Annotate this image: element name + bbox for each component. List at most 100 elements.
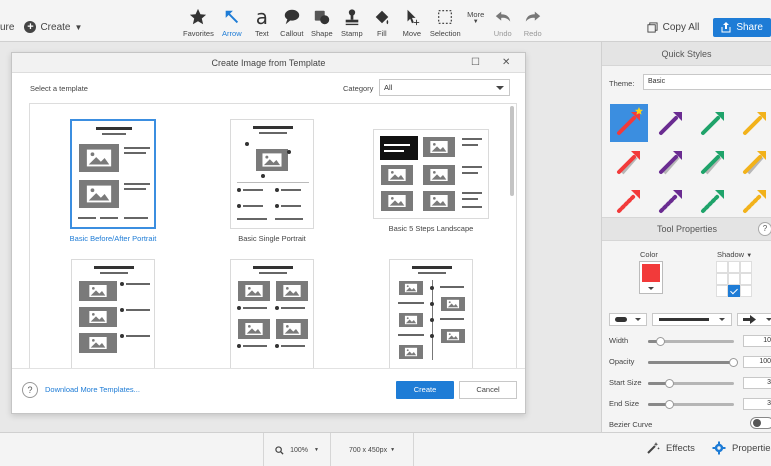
copy-all-button[interactable]: Copy All — [639, 19, 708, 36]
right-panel: Quick Styles Theme: Basic Tool Propertie… — [601, 42, 771, 432]
category-value: All — [384, 83, 393, 92]
capture-button[interactable]: ure — [0, 22, 14, 33]
category-label: Category — [343, 84, 374, 93]
property-value-input[interactable]: 3 — [743, 377, 771, 389]
slider-knob[interactable] — [665, 379, 674, 388]
tool-selection[interactable]: Selection — [427, 6, 464, 38]
tool-move[interactable]: Move — [397, 6, 427, 38]
tool-callout[interactable]: Callout — [277, 6, 307, 38]
image-placeholder-icon — [78, 143, 120, 173]
tool-text[interactable]: a Text — [247, 5, 277, 38]
template-item[interactable]: Basic Before/After Portrait — [43, 119, 183, 243]
quick-style-grid — [602, 104, 771, 217]
quick-style-arrow[interactable] — [736, 143, 771, 181]
template-thumbnail — [230, 259, 314, 369]
slider-knob[interactable] — [729, 358, 738, 367]
tool-undo[interactable]: Undo — [488, 6, 518, 38]
zoom-icon — [275, 445, 284, 455]
toolbar-right: Copy All Share — [639, 18, 771, 37]
image-placeholder-icon — [237, 318, 271, 340]
tool-label: Favorites — [183, 29, 214, 38]
bezier-curve-toggle[interactable] — [750, 417, 771, 429]
image-placeholder-icon — [380, 164, 414, 186]
quick-style-arrow[interactable] — [610, 143, 648, 181]
checkmark-icon[interactable] — [728, 285, 740, 297]
template-thumbnail — [373, 129, 489, 219]
solid-line-icon — [659, 318, 725, 321]
stamp-icon — [343, 6, 361, 28]
tool-more[interactable]: More ▼ — [464, 6, 488, 38]
template-item[interactable]: Basic 5 Steps Landscape — [361, 119, 501, 233]
template-thumbnail — [70, 119, 156, 229]
download-templates-link[interactable]: Download More Templates... — [45, 385, 140, 394]
color-label: Color — [640, 250, 658, 259]
cancel-button[interactable]: Cancel — [459, 381, 517, 399]
image-placeholder-icon — [275, 280, 309, 302]
line-cap-select[interactable] — [609, 313, 647, 326]
theme-value: Basic — [648, 78, 666, 85]
theme-label: Theme: — [609, 79, 635, 88]
tool-fill[interactable]: Fill — [367, 6, 397, 38]
tool-label: Redo — [523, 29, 542, 38]
share-icon — [721, 22, 731, 33]
category-select[interactable]: All — [379, 79, 510, 96]
undo-icon — [494, 6, 512, 28]
property-value-input[interactable]: 3 — [743, 398, 771, 410]
template-gallery[interactable]: Basic Before/After Portrait Basic Single… — [29, 103, 517, 369]
share-button[interactable]: Share — [713, 18, 771, 37]
arrow-end-select[interactable] — [737, 313, 771, 326]
slider-knob[interactable] — [665, 400, 674, 409]
image-placeholder-icon — [78, 306, 118, 328]
help-icon[interactable]: ? — [22, 382, 38, 398]
effects-button[interactable]: Effects — [646, 441, 695, 455]
quick-style-arrow[interactable] — [652, 143, 690, 181]
fill-icon — [373, 6, 391, 28]
template-name: Basic Single Portrait — [238, 234, 306, 243]
main-toolbar: ure + Create ▼ Favorites Arrow a Text Ca… — [0, 0, 771, 42]
quick-style-arrow[interactable] — [736, 104, 771, 142]
quick-style-arrow[interactable] — [652, 104, 690, 142]
property-value-input[interactable]: 100 — [743, 356, 771, 368]
quick-style-arrow[interactable] — [694, 182, 732, 217]
quick-style-arrow[interactable] — [694, 143, 732, 181]
create-menu-button[interactable]: + Create ▼ — [24, 21, 82, 33]
tool-stamp[interactable]: Stamp — [337, 6, 367, 38]
properties-button[interactable]: Properties — [712, 441, 771, 455]
slider-knob[interactable] — [656, 337, 665, 346]
property-slider[interactable] — [648, 358, 738, 367]
canvas-size-control[interactable]: 700 x 450px ▼ — [331, 433, 414, 466]
tool-favorites[interactable]: Favorites — [180, 6, 217, 38]
property-slider[interactable] — [648, 379, 734, 388]
maximize-icon[interactable]: ☐ — [471, 53, 480, 73]
template-item[interactable]: Basic Single Portrait — [202, 119, 342, 243]
shadow-label: Shadow ▼ — [717, 250, 753, 259]
property-slider[interactable] — [648, 337, 734, 346]
tool-shape[interactable]: Shape — [307, 6, 337, 38]
image-placeholder-icon — [78, 280, 118, 302]
property-slider[interactable] — [648, 400, 734, 409]
quick-style-arrow[interactable] — [694, 104, 732, 142]
close-icon[interactable]: ✕ — [502, 53, 510, 73]
theme-select[interactable]: Basic — [643, 74, 771, 90]
property-label: Opacity — [609, 357, 635, 366]
create-button[interactable]: Create — [396, 381, 454, 399]
quick-style-arrow[interactable] — [736, 182, 771, 217]
line-style-select[interactable] — [652, 313, 732, 326]
caret-down-icon: ▼ — [74, 22, 83, 32]
property-value-input[interactable]: 10 — [743, 335, 771, 347]
gallery-scrollbar[interactable] — [510, 106, 514, 196]
quick-style-arrow[interactable] — [610, 182, 648, 217]
tool-arrow[interactable]: Arrow — [217, 6, 247, 38]
tool-label: Undo — [493, 29, 512, 38]
quick-style-arrow[interactable] — [610, 104, 648, 142]
image-placeholder-icon — [398, 312, 424, 328]
color-picker[interactable] — [639, 261, 663, 294]
zoom-control[interactable]: 100% ▼ — [263, 433, 331, 466]
tool-redo[interactable]: Redo — [518, 6, 548, 38]
template-item[interactable] — [361, 259, 501, 369]
quick-style-arrow[interactable] — [652, 182, 690, 217]
template-item[interactable] — [202, 259, 342, 369]
template-item[interactable] — [43, 259, 183, 369]
shadow-direction-grid[interactable] — [716, 261, 752, 297]
help-icon[interactable]: ? — [758, 222, 771, 236]
